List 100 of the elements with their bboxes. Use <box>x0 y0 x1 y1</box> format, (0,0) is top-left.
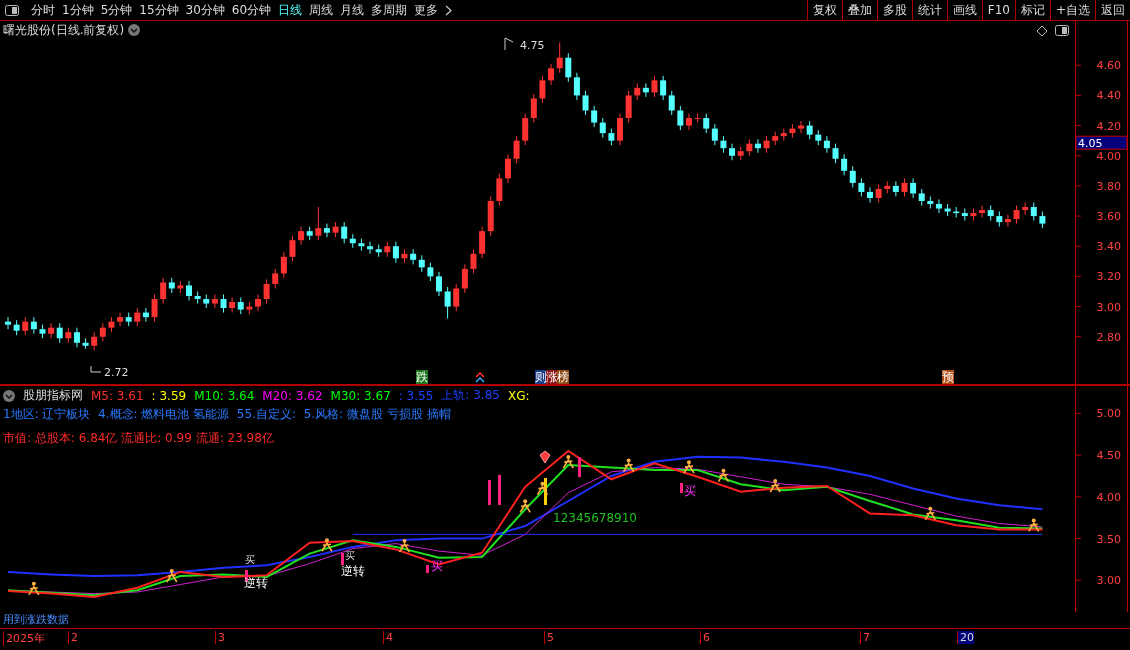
period-tab[interactable]: 月线 <box>340 1 365 19</box>
period-tab[interactable]: 多周期 <box>371 1 408 19</box>
candlestick <box>685 113 692 131</box>
time-axis-label: 7 <box>860 631 870 644</box>
candlestick <box>668 90 675 116</box>
candlestick <box>901 177 908 197</box>
period-tab[interactable]: 30分钟 <box>185 1 225 19</box>
person-icon <box>1028 518 1040 533</box>
footer-note: 用到涨跌数据 <box>2 612 70 628</box>
candlestick <box>470 248 477 274</box>
legend-value: XG: <box>507 388 530 403</box>
time-axis-label: 20 <box>957 631 974 644</box>
time-axis-label: 5 <box>544 631 554 644</box>
candlestick <box>91 331 98 351</box>
signal-badge: 预 <box>942 370 954 384</box>
period-tab[interactable]: 5分钟 <box>100 1 133 19</box>
price-axis-label: 3.20 <box>1096 270 1121 284</box>
candlestick <box>513 135 520 164</box>
leader-line <box>504 37 514 51</box>
period-tab[interactable]: 60分钟 <box>231 1 272 19</box>
candlestick <box>858 177 865 197</box>
candlestick <box>134 307 141 327</box>
candlestick <box>117 312 124 327</box>
candlestick <box>315 206 322 241</box>
leader-line <box>90 365 102 373</box>
sector-info: 1地区: 辽宁板块 4.概念: 燃料电池 氢能源 55.自定义: 5.风格: 微盘股 亏损股 摘帽 <box>3 406 451 423</box>
person-icon <box>536 481 549 496</box>
diamond-icon[interactable] <box>1036 25 1048 37</box>
candlestick <box>832 143 839 164</box>
period-tab[interactable]: 更多 <box>414 1 439 19</box>
candlestick <box>211 294 218 309</box>
indicator-axis-label: 3.50 <box>1096 532 1121 546</box>
person-icon <box>622 458 635 473</box>
legend-value: 上轨: 3.85 <box>441 387 500 404</box>
candlestick <box>461 263 468 294</box>
candlestick <box>617 113 624 146</box>
legend-value: M10: 3.64 <box>194 388 255 403</box>
candlestick <box>280 251 287 279</box>
candlestick <box>910 177 917 199</box>
candlestick <box>539 75 546 104</box>
price-axis-label: 4.60 <box>1096 59 1121 73</box>
candlestick <box>823 135 830 154</box>
candlestick <box>263 278 270 305</box>
price-axis-label: 3.60 <box>1096 210 1121 224</box>
buy-label: 买 <box>684 484 696 498</box>
candlestick <box>1013 205 1020 225</box>
time-axis-label: 2 <box>68 631 78 644</box>
price-axis-label: 2.80 <box>1096 330 1121 344</box>
candlestick <box>599 117 606 139</box>
candlestick <box>272 268 279 289</box>
signal-badge: 榜 <box>557 370 569 384</box>
candlestick <box>892 180 899 197</box>
indicator-axis-label: 4.50 <box>1096 449 1121 463</box>
period-tab[interactable]: 分时 <box>31 1 55 19</box>
panel-toggle-icon[interactable] <box>5 4 19 16</box>
period-tab[interactable]: 1分钟 <box>62 1 94 19</box>
signal-badge: 则 <box>535 370 547 384</box>
buy-label: 买 <box>245 554 255 565</box>
chevron-right-icon[interactable] <box>445 4 453 16</box>
dropdown-icon[interactable] <box>3 389 15 402</box>
time-axis-label: 4 <box>383 631 393 644</box>
price-axis-label: 3.80 <box>1096 179 1121 193</box>
candlestick <box>806 120 813 140</box>
high-price-label: 4.75 <box>520 39 545 52</box>
time-axis-label: 3 <box>215 631 225 644</box>
period-tab[interactable]: 周线 <box>309 1 334 19</box>
candlestick <box>73 327 80 348</box>
candlestick <box>453 283 460 312</box>
person-icon <box>28 581 40 596</box>
signal-bar <box>498 475 501 505</box>
person-icon <box>769 479 781 493</box>
signal-bar <box>488 480 491 505</box>
candlestick <box>875 183 882 203</box>
time-axis-label: 2025年 <box>3 631 45 646</box>
candlestick <box>504 153 511 184</box>
period-tab[interactable]: 日线 <box>278 1 303 19</box>
candlestick <box>841 153 848 176</box>
candlestick <box>436 271 442 297</box>
candlestick <box>522 113 529 146</box>
candlestick <box>591 105 598 128</box>
candlestick <box>1004 214 1011 228</box>
candlestick <box>651 75 658 98</box>
candlestick <box>323 223 330 238</box>
period-tab[interactable]: 15分钟 <box>139 1 179 19</box>
candlestick <box>729 143 736 161</box>
person-icon <box>166 568 178 583</box>
indicator-name: 股朋指标网 <box>23 387 83 404</box>
candlestick <box>530 93 537 124</box>
price-tag-value: 4.05 <box>1078 137 1103 151</box>
low-price-label: 2.72 <box>104 366 129 379</box>
candlestick <box>410 248 417 265</box>
signal-bar <box>341 553 344 565</box>
candlestick <box>341 221 348 244</box>
dropdown-icon[interactable] <box>128 24 140 36</box>
market-cap-info: 市值: 总股本: 6.84亿 流通比: 0.99 流通: 23.98亿 <box>3 430 274 447</box>
panel-toggle-icon[interactable] <box>1055 25 1069 36</box>
candlestick <box>867 186 873 203</box>
stock-title: 曙光股份(日线.前复权) <box>3 22 125 39</box>
legend-value: : 3.59 <box>151 388 187 403</box>
price-axis-label: 3.40 <box>1096 240 1121 254</box>
